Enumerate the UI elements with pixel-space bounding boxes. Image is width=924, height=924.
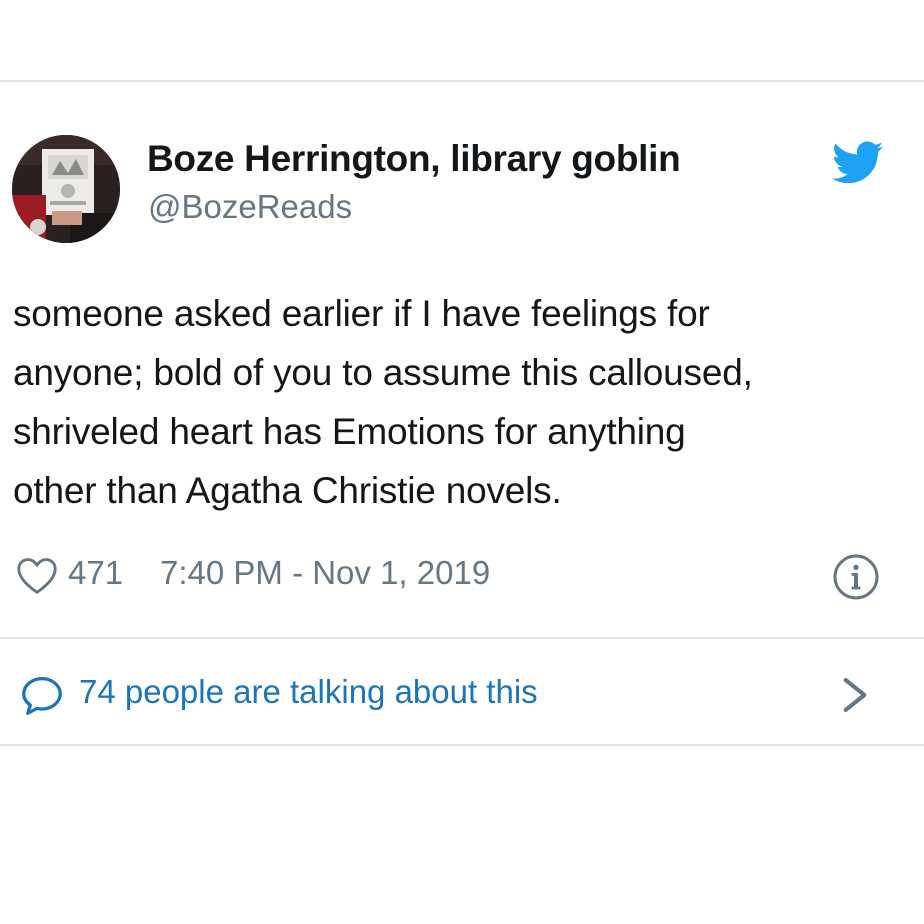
twitter-bird-icon[interactable]: [832, 141, 884, 185]
author-display-name[interactable]: Boze Herrington, library goblin: [147, 138, 681, 180]
tweet-embed: Boze Herrington, library goblin @BozeRea…: [0, 0, 924, 924]
avatar-image: [12, 135, 120, 243]
tweet-text-line: anyone; bold of you to assume this callo…: [13, 352, 753, 393]
conversation-label[interactable]: 74 people are talking about this: [79, 673, 538, 711]
chevron-right-icon[interactable]: [840, 676, 870, 714]
speech-bubble-icon: [22, 677, 62, 715]
conversation-link[interactable]: 74 people are talking about this: [0, 640, 924, 744]
author-handle[interactable]: @BozeReads: [148, 188, 352, 226]
tweet-text-line: shriveled heart has Emotions for anythin…: [13, 411, 686, 452]
avatar[interactable]: [12, 135, 120, 243]
info-icon[interactable]: [832, 553, 880, 601]
tweet-timestamp[interactable]: 7:40 PM - Nov 1, 2019: [160, 554, 490, 592]
heart-icon[interactable]: [15, 555, 59, 595]
tweet-text: someone asked earlier if I have feelings…: [13, 284, 913, 520]
like-count[interactable]: 471: [68, 554, 123, 592]
bottom-divider: [0, 744, 924, 746]
tweet-text-line: someone asked earlier if I have feelings…: [13, 293, 710, 334]
top-divider: [0, 80, 924, 82]
tweet-text-line: other than Agatha Christie novels.: [13, 470, 562, 511]
middle-divider: [0, 637, 924, 639]
